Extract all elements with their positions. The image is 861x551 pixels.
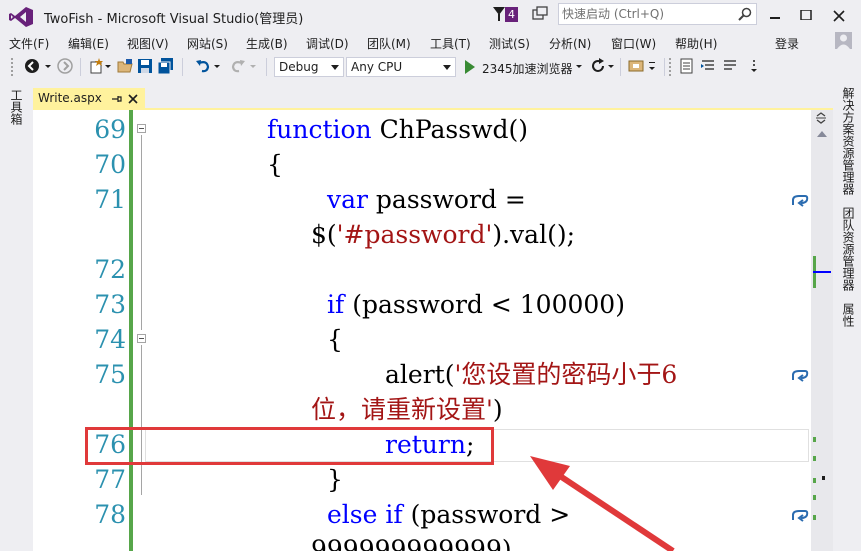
minimize-button[interactable] — [762, 4, 788, 26]
chevron-down-icon — [443, 65, 451, 70]
feedback-icon[interactable] — [532, 6, 548, 22]
vertical-scrollbar[interactable] — [811, 110, 833, 551]
pin-icon[interactable] — [110, 93, 122, 105]
menu-debug[interactable]: 调试(D) — [306, 35, 349, 52]
menu-build[interactable]: 生成(B) — [246, 35, 288, 52]
toolbar-separator — [620, 58, 621, 76]
standard-toolbar: Debug Any CPU 2345加速浏览器 — [0, 53, 861, 81]
toolbar-separator — [80, 58, 81, 76]
right-tool-strip: 解决方案资源管理器 团队资源管理器 属性 — [833, 81, 861, 551]
caret-position-marker — [813, 271, 831, 273]
refresh-icon[interactable] — [590, 58, 606, 74]
solution-configuration-dropdown[interactable]: Debug — [274, 57, 344, 77]
menu-edit[interactable]: 编辑(E) — [68, 35, 109, 52]
change-marker — [813, 437, 816, 442]
menu-website[interactable]: 网站(S) — [187, 35, 228, 52]
notifications-flag-icon[interactable] — [492, 6, 506, 22]
menu-analyze[interactable]: 分析(N) — [549, 35, 591, 52]
change-marker — [813, 515, 816, 520]
split-window-icon[interactable] — [815, 112, 827, 124]
change-marker — [813, 495, 816, 500]
toolbar-separator — [182, 58, 183, 76]
change-marker — [813, 478, 816, 483]
start-debugging-icon[interactable] — [464, 60, 476, 74]
document-tab-well: Write.aspx — [30, 85, 833, 110]
properties-tab[interactable]: 属性 — [840, 303, 857, 327]
scroll-thumb-marker — [822, 476, 825, 480]
menu-view[interactable]: 视图(V) — [127, 35, 169, 52]
format-lines-icon[interactable] — [700, 58, 716, 74]
left-tool-strip: 工具箱 — [0, 81, 30, 551]
toolbar-separator — [664, 58, 665, 76]
menu-help[interactable]: 帮助(H) — [675, 35, 717, 52]
undo-icon[interactable] — [195, 58, 211, 74]
toolbar-options-icon[interactable] — [750, 58, 758, 74]
document-outline-icon[interactable] — [679, 58, 695, 74]
account-icon[interactable] — [835, 32, 852, 49]
code-editor[interactable]: 69 70 71 72 73 74 75 76 77 78 function C… — [33, 110, 811, 551]
toolbar-grip[interactable] — [10, 57, 14, 77]
menu-window[interactable]: 窗口(W) — [611, 35, 656, 52]
document-tab-label: Write.aspx — [38, 91, 102, 105]
toolbar-separator — [266, 58, 267, 76]
refresh-dropdown-icon[interactable] — [607, 58, 615, 74]
quick-launch-box[interactable] — [558, 3, 757, 25]
document-tab-write-aspx[interactable]: Write.aspx — [33, 88, 145, 110]
sign-in-link[interactable]: 登录 — [775, 35, 799, 52]
redo-dropdown-icon[interactable] — [249, 58, 257, 74]
maximize-button[interactable] — [793, 4, 819, 26]
menu-bar: 文件(F) 编辑(E) 视图(V) 网站(S) 生成(B) 调试(D) 团队(M… — [0, 33, 861, 53]
scroll-up-arrow[interactable] — [817, 131, 827, 137]
window-title: TwoFish - Microsoft Visual Studio(管理员) — [44, 12, 304, 27]
toolbox-tab[interactable]: 工具箱 — [8, 89, 25, 125]
change-marker — [813, 456, 816, 461]
chevron-down-icon — [331, 65, 339, 70]
menu-tools[interactable]: 工具(T) — [430, 35, 471, 52]
back-dropdown-icon[interactable] — [44, 58, 52, 74]
browser-link-icon[interactable] — [628, 58, 644, 74]
new-project-icon[interactable] — [88, 58, 104, 74]
quick-launch-input[interactable] — [562, 5, 732, 23]
close-tab-icon[interactable] — [127, 93, 139, 105]
menu-test[interactable]: 测试(S) — [489, 35, 530, 52]
platform-value: Any CPU — [351, 60, 403, 74]
notification-count-badge[interactable]: 4 — [505, 7, 518, 22]
undo-dropdown-icon[interactable] — [213, 58, 221, 74]
search-icon[interactable] — [738, 7, 752, 21]
menu-file[interactable]: 文件(F) — [9, 35, 49, 52]
open-folder-icon[interactable] — [117, 58, 133, 74]
save-all-icon[interactable] — [158, 58, 174, 74]
navigate-forward-icon[interactable] — [57, 58, 73, 74]
toolbar-grip[interactable] — [668, 57, 672, 77]
menu-team[interactable]: 团队(M) — [367, 35, 411, 52]
close-icon — [833, 10, 845, 22]
team-explorer-tab[interactable]: 团队资源管理器 — [840, 207, 857, 291]
toolbar-overflow-icon[interactable] — [648, 58, 658, 74]
new-dropdown-icon[interactable] — [104, 58, 112, 74]
comment-lines-icon[interactable] — [722, 58, 738, 74]
run-target-label[interactable]: 2345加速浏览器 — [482, 60, 573, 77]
navigate-back-icon[interactable] — [24, 58, 40, 74]
redo-icon[interactable] — [230, 58, 246, 74]
minimize-icon — [770, 17, 780, 19]
maximize-icon — [800, 10, 812, 20]
title-bar: TwoFish - Microsoft Visual Studio(管理员) 4 — [0, 0, 861, 33]
solution-explorer-tab[interactable]: 解决方案资源管理器 — [840, 87, 857, 195]
solution-platform-dropdown[interactable]: Any CPU — [346, 57, 456, 77]
configuration-value: Debug — [279, 60, 319, 74]
close-window-button[interactable] — [826, 4, 852, 26]
save-icon[interactable] — [137, 58, 153, 74]
visual-studio-logo — [9, 7, 33, 27]
red-arrow-annotation — [530, 456, 675, 551]
run-target-dropdown-icon[interactable] — [575, 58, 583, 74]
